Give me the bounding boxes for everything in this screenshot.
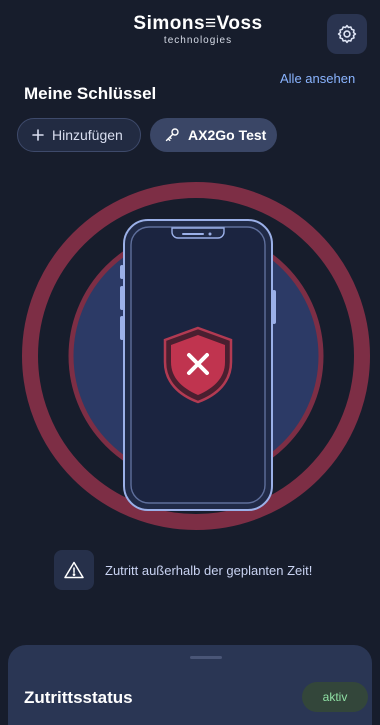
- settings-button[interactable]: [327, 14, 367, 54]
- gear-icon: [337, 24, 357, 44]
- key-chip-ax2go[interactable]: AX2Go Test: [150, 118, 277, 152]
- keys-section-title: Meine Schlüssel: [24, 84, 157, 103]
- warning-message: Zutritt außerhalb der geplanten Zeit!: [105, 563, 313, 578]
- access-status-visual: [22, 182, 370, 530]
- sheet-drag-handle[interactable]: [190, 656, 222, 659]
- app-header: Simons≡Voss technologies: [0, 0, 380, 62]
- brand-name: Simons≡Voss: [133, 13, 263, 34]
- key-icon: [164, 127, 180, 143]
- warning-icon-box: [54, 550, 94, 590]
- access-status-sheet[interactable]: Zutrittsstatus aktiv: [8, 645, 372, 725]
- brand-subtitle: technologies: [163, 35, 233, 46]
- brand-logo: Simons≡Voss technologies: [108, 14, 288, 47]
- warning-triangle-icon: [64, 561, 84, 579]
- see-all-link[interactable]: Alle ansehen: [280, 71, 355, 86]
- access-status-title: Zutrittsstatus: [24, 688, 133, 707]
- plus-icon: [32, 129, 44, 141]
- add-key-button[interactable]: Hinzufügen: [17, 118, 141, 152]
- status-badge: aktiv: [302, 682, 368, 712]
- key-chip-label: AX2Go Test: [188, 127, 267, 143]
- add-key-label: Hinzufügen: [52, 127, 123, 143]
